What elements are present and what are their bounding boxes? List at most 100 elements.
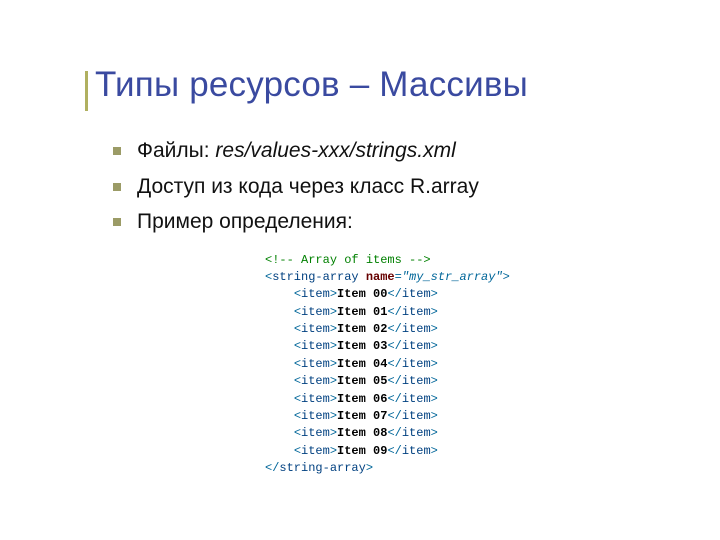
code-gt: > <box>431 426 438 440</box>
code-comment-open: <!-- <box>265 253 294 267</box>
code-item-row: <item>Item 08</item> <box>265 426 438 440</box>
code-slash: / <box>395 426 402 440</box>
code-gt: > <box>330 444 337 458</box>
code-lt: < <box>294 392 301 406</box>
code-item-row: <item>Item 00</item> <box>265 287 438 301</box>
code-lt: < <box>294 357 301 371</box>
code-item-text: Item 06 <box>337 392 387 406</box>
code-gt: > <box>431 305 438 319</box>
code-tag-item: item <box>301 392 330 406</box>
code-tag-item: item <box>402 444 431 458</box>
code-item-row: <item>Item 07</item> <box>265 409 438 423</box>
code-gt: > <box>431 339 438 353</box>
code-tag-item: item <box>301 322 330 336</box>
code-open-string-array: <string-array name="my_str_array"> <box>265 270 510 284</box>
code-item-row: <item>Item 03</item> <box>265 339 438 353</box>
code-lt: < <box>294 287 301 301</box>
code-tag-item: item <box>402 357 431 371</box>
code-attr-val: "my_str_array" <box>402 270 503 284</box>
code-tag-item: item <box>301 339 330 353</box>
code-close-string-array: </string-array> <box>265 461 373 475</box>
code-lt: < <box>294 426 301 440</box>
code-gt: > <box>503 270 510 284</box>
code-tag: string-array <box>272 270 358 284</box>
code-gt: > <box>330 322 337 336</box>
code-item-row: <item>Item 02</item> <box>265 322 438 336</box>
code-item-text: Item 03 <box>337 339 387 353</box>
code-lt: < <box>387 374 394 388</box>
code-lt: < <box>387 305 394 319</box>
code-lt: < <box>387 357 394 371</box>
code-item-text: Item 01 <box>337 305 387 319</box>
code-tag-item: item <box>301 357 330 371</box>
code-gt: > <box>330 374 337 388</box>
code-slash: / <box>395 444 402 458</box>
code-lt: < <box>387 339 394 353</box>
code-lt: < <box>387 444 394 458</box>
code-lt: < <box>387 409 394 423</box>
code-slash: / <box>395 409 402 423</box>
code-tag-item: item <box>402 392 431 406</box>
bullet-text-prefix: Файлы: <box>137 139 215 162</box>
code-slash: / <box>395 392 402 406</box>
code-slash: / <box>395 322 402 336</box>
title-accent-bar <box>85 71 88 111</box>
code-gt: > <box>431 322 438 336</box>
code-slash: / <box>395 339 402 353</box>
code-tag-item: item <box>301 374 330 388</box>
code-tag: string-array <box>279 461 365 475</box>
code-gt: > <box>431 409 438 423</box>
code-lt: < <box>294 409 301 423</box>
code-lt: < <box>387 322 394 336</box>
code-lt: < <box>294 339 301 353</box>
bullet-item-access: Доступ из кода через класс R.array <box>113 171 660 203</box>
code-lt: < <box>294 444 301 458</box>
bullet-list: Файлы: res/values-xxx/strings.xml Доступ… <box>113 135 660 238</box>
code-tag-item: item <box>301 287 330 301</box>
code-item-text: Item 00 <box>337 287 387 301</box>
code-comment-close: --> <box>409 253 431 267</box>
code-gt: > <box>330 426 337 440</box>
code-tag-item: item <box>402 287 431 301</box>
xml-code-block: <!-- Array of items --> <string-array na… <box>265 252 660 478</box>
code-gt: > <box>431 287 438 301</box>
code-item-text: Item 02 <box>337 322 387 336</box>
code-item-row: <item>Item 04</item> <box>265 357 438 371</box>
code-item-row: <item>Item 09</item> <box>265 444 438 458</box>
slide: Типы ресурсов – Массивы Файлы: res/value… <box>0 0 720 540</box>
code-gt: > <box>330 339 337 353</box>
code-tag-item: item <box>301 409 330 423</box>
bullet-text-path: res/values-xxx/strings.xml <box>215 139 455 162</box>
bullet-item-files: Файлы: res/values-xxx/strings.xml <box>113 135 660 167</box>
code-gt: > <box>330 409 337 423</box>
code-comment-text: Array of items <box>294 253 409 267</box>
code-gt: > <box>431 374 438 388</box>
code-slash: / <box>395 374 402 388</box>
code-slash: / <box>395 287 402 301</box>
code-tag-item: item <box>301 305 330 319</box>
code-gt: > <box>330 305 337 319</box>
code-tag-item: item <box>301 426 330 440</box>
code-tag-item: item <box>402 339 431 353</box>
code-item-text: Item 07 <box>337 409 387 423</box>
code-slash: / <box>395 357 402 371</box>
code-eq: = <box>395 270 402 284</box>
code-lt: < <box>387 287 394 301</box>
title-wrap: Типы ресурсов – Массивы <box>95 65 660 105</box>
code-item-text: Item 05 <box>337 374 387 388</box>
code-tag-item: item <box>402 322 431 336</box>
code-item-row: <item>Item 05</item> <box>265 374 438 388</box>
code-item-text: Item 08 <box>337 426 387 440</box>
code-gt: > <box>366 461 373 475</box>
code-slash: / <box>395 305 402 319</box>
code-gt: > <box>330 357 337 371</box>
code-item-row: <item>Item 06</item> <box>265 392 438 406</box>
code-gt: > <box>330 392 337 406</box>
code-lt: < <box>294 374 301 388</box>
code-gt: > <box>330 287 337 301</box>
code-tag-item: item <box>402 305 431 319</box>
code-item-text: Item 04 <box>337 357 387 371</box>
code-gt: > <box>431 392 438 406</box>
code-item-row: <item>Item 01</item> <box>265 305 438 319</box>
code-tag-item: item <box>301 444 330 458</box>
